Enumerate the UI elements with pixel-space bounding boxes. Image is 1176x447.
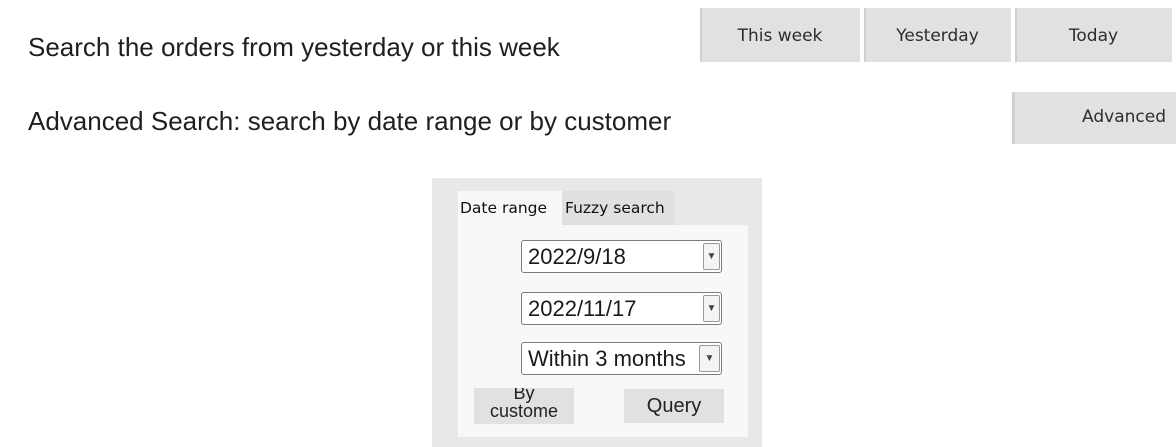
chevron-down-icon[interactable]: ▼ (699, 345, 720, 372)
today-button[interactable]: Today (1015, 8, 1172, 62)
chevron-down-icon[interactable]: ▼ (703, 295, 720, 322)
period-select[interactable]: Within 3 months ▼ (521, 342, 722, 375)
start-date-value: 2022/9/18 (528, 244, 626, 269)
quick-search-button-group: This week Yesterday Today (700, 8, 1172, 62)
this-week-button[interactable]: This week (700, 8, 860, 62)
query-button[interactable]: Query (624, 389, 724, 423)
advanced-button[interactable]: Advanced (1012, 92, 1176, 144)
advanced-search-panel: Date range Fuzzy search 2022/9/18 ▼ 2022… (432, 178, 762, 447)
advanced-search-description: Advanced Search: search by date range or… (28, 106, 672, 136)
start-date-picker[interactable]: 2022/9/18 ▼ (521, 240, 722, 273)
end-date-picker[interactable]: 2022/11/17 ▼ (521, 292, 722, 325)
panel-tabs: Date range Fuzzy search (458, 191, 675, 225)
by-customer-button[interactable]: By customer (474, 388, 574, 424)
by-customer-label: By customer (489, 388, 559, 424)
tab-fuzzy-search[interactable]: Fuzzy search (562, 191, 675, 225)
quick-search-description: Search the orders from yesterday or this… (28, 32, 560, 62)
tab-date-range[interactable]: Date range (458, 191, 562, 225)
period-value: Within 3 months (528, 346, 686, 371)
chevron-down-icon[interactable]: ▼ (703, 243, 720, 270)
yesterday-button[interactable]: Yesterday (864, 8, 1011, 62)
date-range-tab-body: 2022/9/18 ▼ 2022/11/17 ▼ Within 3 months… (458, 225, 748, 437)
end-date-value: 2022/11/17 (528, 296, 637, 321)
